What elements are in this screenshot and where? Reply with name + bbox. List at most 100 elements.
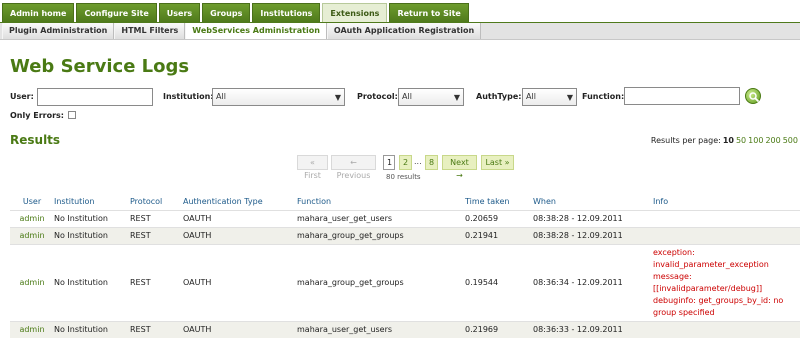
table-row: admin No Institution REST OAUTH mahara_g… [10, 243, 800, 321]
column-header-function[interactable]: Function [297, 194, 465, 210]
table-row: admin No Institution REST OAUTH mahara_u… [10, 320, 800, 338]
subnav-plugin-administration[interactable]: Plugin Administration [2, 23, 115, 39]
cell-user[interactable]: admin [10, 209, 54, 227]
column-header-info: Info [653, 197, 669, 207]
column-header-when[interactable]: When [533, 194, 653, 210]
search-icon [749, 92, 760, 103]
cell-protocol: REST [130, 209, 183, 227]
cell-user[interactable]: admin [10, 320, 54, 338]
nav-tab-configure-site[interactable]: Configure Site [76, 3, 157, 22]
cell-user[interactable]: admin [10, 226, 54, 244]
page-2-button[interactable]: 2 [399, 155, 412, 170]
info-line: debuginfo: get_groups_by_id: no [653, 295, 784, 305]
cell-protocol: REST [130, 243, 183, 321]
authtype-select-value: All [526, 92, 536, 101]
cell-time: 0.21969 [465, 320, 533, 338]
protocol-select[interactable]: All ▼ [398, 88, 464, 106]
protocol-select-value: All [402, 92, 412, 101]
page-1-button: 1 [383, 155, 395, 170]
column-header-protocol[interactable]: Protocol [130, 194, 183, 210]
cell-function: mahara_group_get_groups [297, 226, 465, 244]
function-label: Function: [582, 92, 625, 101]
cell-protocol: REST [130, 226, 183, 244]
info-line: group specified [653, 307, 715, 317]
info-line: [[invalidparameter/debug]] [653, 283, 763, 293]
only-errors-label: Only Errors: [10, 111, 64, 120]
authtype-label: AuthType: [476, 92, 522, 101]
per-page-option[interactable]: 200 [765, 136, 780, 145]
function-input[interactable] [624, 87, 740, 105]
cell-info [653, 209, 800, 227]
cell-time: 0.21941 [465, 226, 533, 244]
subnav-webservices-administration[interactable]: WebServices Administration [185, 23, 327, 39]
only-errors-checkbox[interactable] [68, 111, 76, 119]
nav-tab-users[interactable]: Users [158, 3, 201, 22]
cell-info [653, 320, 800, 338]
logs-table: User Institution Protocol Authentication… [10, 194, 800, 338]
cell-institution: No Institution [54, 320, 130, 338]
table-row: admin No Institution REST OAUTH mahara_u… [10, 209, 800, 227]
per-page-option[interactable]: 500 [783, 136, 798, 145]
results-count: 80 results [386, 173, 421, 181]
authtype-select[interactable]: All ▼ [522, 88, 577, 106]
subnav-html-filters[interactable]: HTML Filters [114, 23, 186, 39]
cell-user[interactable]: admin [10, 243, 54, 321]
cell-auth: OAUTH [183, 243, 297, 321]
per-page-label: Results per page: [650, 136, 721, 145]
pagination-ellipsis: ... [414, 157, 422, 166]
cell-function: mahara_user_get_users [297, 209, 465, 227]
user-input[interactable] [37, 88, 153, 106]
column-header-institution[interactable]: Institution [54, 194, 130, 210]
institution-select[interactable]: All ▼ [212, 88, 345, 106]
nav-tab-admin-home[interactable]: Admin home [2, 3, 75, 22]
last-page-button[interactable]: Last » [481, 155, 514, 170]
cell-info-error: exception: invalid_parameter_exception m… [653, 243, 800, 321]
cell-institution: No Institution [54, 226, 130, 244]
sub-nav: Plugin Administration HTML Filters WebSe… [0, 23, 800, 40]
cell-auth: OAUTH [183, 209, 297, 227]
protocol-label: Protocol: [357, 92, 398, 101]
institution-label: Institution: [163, 92, 214, 101]
nav-tab-return-to-site[interactable]: Return to Site [389, 3, 469, 22]
cell-institution: No Institution [54, 209, 130, 227]
nav-tab-groups[interactable]: Groups [202, 3, 251, 22]
table-header-row: User Institution Protocol Authentication… [10, 194, 800, 210]
cell-when: 08:38:28 - 12.09.2011 [533, 209, 653, 227]
cell-function: mahara_group_get_groups [297, 243, 465, 321]
cell-auth: OAUTH [183, 226, 297, 244]
pagination: « First ← Previous 1 2 8 Next → Last » [0, 155, 800, 180]
column-header-time-taken[interactable]: Time taken [465, 194, 533, 210]
per-page-option[interactable]: 100 [748, 136, 763, 145]
info-line: exception: [653, 247, 695, 257]
per-page-option[interactable]: 50 [736, 136, 746, 145]
results-per-page: Results per page: 10 50 100 200 500 [651, 136, 798, 145]
cell-when: 08:36:34 - 12.09.2011 [533, 243, 653, 321]
cell-institution: No Institution [54, 243, 130, 321]
nav-tab-extensions[interactable]: Extensions [322, 3, 388, 22]
next-page-button[interactable]: Next → [442, 155, 477, 180]
chevron-down-icon: ▼ [453, 93, 460, 102]
column-header-auth-type[interactable]: Authentication Type [183, 194, 297, 210]
main-nav: Admin home Configure Site Users Groups I… [0, 0, 800, 22]
per-page-current: 10 [722, 136, 734, 145]
cell-when: 08:38:28 - 12.09.2011 [533, 226, 653, 244]
page-title: Web Service Logs [10, 56, 190, 77]
info-line: message: [653, 271, 692, 281]
search-button[interactable] [745, 88, 761, 104]
info-line: invalid_parameter_exception [653, 259, 769, 269]
chevron-down-icon: ▼ [334, 93, 341, 102]
column-header-user[interactable]: User [10, 194, 54, 210]
page-8-button[interactable]: 8 [425, 155, 438, 170]
cell-when: 08:36:33 - 12.09.2011 [533, 320, 653, 338]
results-heading: Results [10, 133, 61, 147]
cell-time: 0.20659 [465, 209, 533, 227]
cell-function: mahara_user_get_users [297, 320, 465, 338]
subnav-oauth-registration[interactable]: OAuth Application Registration [326, 23, 482, 39]
cell-auth: OAUTH [183, 320, 297, 338]
nav-tab-institutions[interactable]: Institutions [252, 3, 321, 22]
user-label: User: [10, 92, 34, 101]
cell-protocol: REST [130, 320, 183, 338]
table-row: admin No Institution REST OAUTH mahara_g… [10, 226, 800, 244]
institution-select-value: All [216, 92, 226, 101]
first-page-button: « First [297, 155, 328, 180]
